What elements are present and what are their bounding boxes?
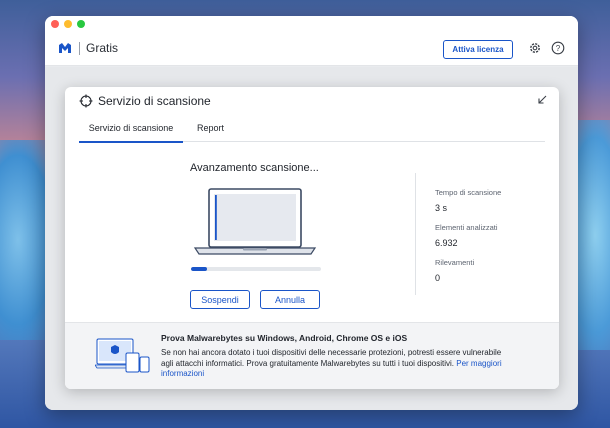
stats-divider xyxy=(415,173,416,295)
dialog-header: Servizio di scansione xyxy=(65,87,559,115)
gear-icon[interactable] xyxy=(528,41,542,55)
dialog-title: Servizio di scansione xyxy=(98,94,211,108)
help-icon[interactable]: ? xyxy=(551,41,565,55)
promo-title: Prova Malwarebytes su Windows, Android, … xyxy=(161,333,408,343)
promo-body: Se non hai ancora dotato i tuoi disposit… xyxy=(161,348,502,368)
zoom-window-button[interactable] xyxy=(77,20,85,28)
brand-name: Gratis xyxy=(86,41,119,55)
promo-text: Se non hai ancora dotato i tuoi disposit… xyxy=(161,348,511,380)
scan-time-value: 3 s xyxy=(435,203,448,213)
collapse-arrow-icon[interactable] xyxy=(537,95,547,105)
scan-dialog: Servizio di scansione Servizio di scansi… xyxy=(65,87,559,389)
dialog-tabs: Servizio di scansione Report xyxy=(79,120,545,143)
scan-time-label: Tempo di scansione xyxy=(435,188,502,197)
brand-separator xyxy=(79,41,80,55)
tab-scan-service[interactable]: Servizio di scansione xyxy=(79,123,183,143)
svg-text:?: ? xyxy=(556,44,561,53)
promo-banner: Prova Malwarebytes su Windows, Android, … xyxy=(65,322,559,389)
title-bar: Gratis Attiva licenza ? xyxy=(45,16,578,66)
malwarebytes-logo-icon xyxy=(59,43,71,53)
close-window-button[interactable] xyxy=(51,20,59,28)
crosshair-icon xyxy=(79,94,93,108)
activate-license-button[interactable]: Attiva licenza xyxy=(443,40,513,59)
scan-progress-fill xyxy=(191,267,207,271)
window-controls xyxy=(51,20,85,28)
scan-progress-heading: Avanzamento scansione... xyxy=(190,162,319,174)
detections-label: Rilevamenti xyxy=(435,258,475,267)
devices-illustration xyxy=(95,338,150,373)
scan-progress-bar xyxy=(191,267,321,271)
items-scanned-value: 6.932 xyxy=(435,238,458,248)
laptop-illustration xyxy=(193,188,317,255)
minimize-window-button[interactable] xyxy=(64,20,72,28)
tab-report[interactable]: Report xyxy=(197,123,224,142)
suspend-button[interactable]: Sospendi xyxy=(190,290,250,309)
cancel-button[interactable]: Annulla xyxy=(260,290,320,309)
brand: Gratis xyxy=(58,41,118,55)
detections-value: 0 xyxy=(435,273,441,283)
app-window: Gratis Attiva licenza ? Servizio di scan… xyxy=(45,16,578,410)
items-scanned-label: Elementi analizzati xyxy=(435,223,498,232)
